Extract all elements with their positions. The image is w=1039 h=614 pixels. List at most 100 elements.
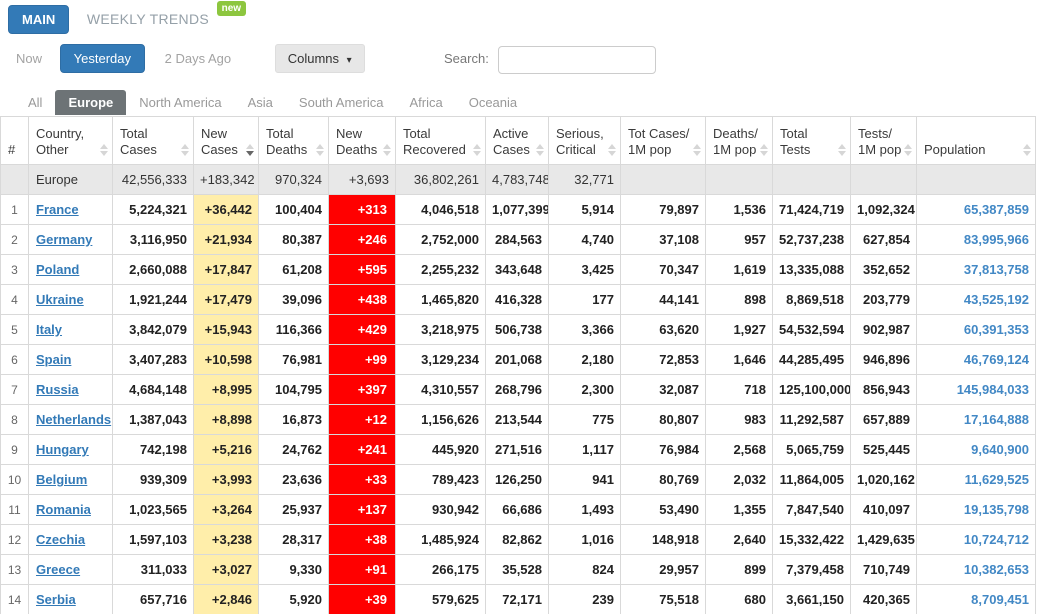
cell-population[interactable]: 9,640,900: [917, 435, 1036, 465]
search-area: Search:: [444, 46, 656, 74]
cell-active-cases: 201,068: [486, 345, 549, 375]
rank-cell: 2: [1, 225, 29, 255]
filter-now[interactable]: Now: [16, 51, 42, 66]
column-header-new-deaths[interactable]: NewDeaths: [329, 117, 396, 165]
column-header-total-tests[interactable]: TotalTests: [773, 117, 851, 165]
cell-total-recovered: 579,625: [396, 585, 486, 614]
cell-tot-cases-1m: 72,853: [621, 345, 706, 375]
table-row: 14Serbia657,716+2,8465,920+39579,62572,1…: [1, 585, 1036, 614]
country-cell: Greece: [29, 555, 113, 585]
cell-total-deaths: 23,636: [259, 465, 329, 495]
column-header-new-cases[interactable]: NewCases: [194, 117, 259, 165]
cell-population[interactable]: 145,984,033: [917, 375, 1036, 405]
region-tab-oceania[interactable]: Oceania: [456, 90, 530, 115]
column-header-population[interactable]: Population: [917, 117, 1036, 165]
cell-new-cases: +3,238: [194, 525, 259, 555]
cell-total-deaths: 80,387: [259, 225, 329, 255]
cell-total-cases: 5,224,321: [113, 195, 194, 225]
columns-button-label: Columns: [288, 51, 339, 66]
country-link[interactable]: Netherlands: [36, 412, 111, 427]
country-link[interactable]: Italy: [36, 322, 62, 337]
region-tab-south-america[interactable]: South America: [286, 90, 397, 115]
region-tab-africa[interactable]: Africa: [396, 90, 455, 115]
table-row: 9Hungary742,198+5,21624,762+241445,92027…: [1, 435, 1036, 465]
country-link[interactable]: Romania: [36, 502, 91, 517]
cell-new-cases: +5,216: [194, 435, 259, 465]
column-header-deaths-1m-pop[interactable]: Deaths/1M pop: [706, 117, 773, 165]
country-link[interactable]: Serbia: [36, 592, 76, 607]
sort-icon: [246, 144, 254, 156]
sort-icon: [473, 144, 481, 156]
cell-total-cases: 311,033: [113, 555, 194, 585]
cell-population[interactable]: 10,724,712: [917, 525, 1036, 555]
column-header-country-other[interactable]: Country,Other: [29, 117, 113, 165]
cell-population[interactable]: 11,629,525: [917, 465, 1036, 495]
cell-tot-cases-1m: 80,807: [621, 405, 706, 435]
cell-population[interactable]: 19,135,798: [917, 495, 1036, 525]
cell-population[interactable]: 37,813,758: [917, 255, 1036, 285]
cell-new-cases: +17,847: [194, 255, 259, 285]
cell-new-deaths: +33: [329, 465, 396, 495]
column-header-serious-critical[interactable]: Serious,Critical: [549, 117, 621, 165]
region-tab-europe[interactable]: Europe: [55, 90, 126, 115]
tab-main[interactable]: MAIN: [8, 5, 69, 34]
cell-population[interactable]: 10,382,653: [917, 555, 1036, 585]
region-tab-all[interactable]: All: [15, 90, 55, 115]
column-header-tot-cases-1m-pop[interactable]: Tot Cases/1M pop: [621, 117, 706, 165]
filter-2-days-ago[interactable]: 2 Days Ago: [165, 51, 232, 66]
country-link[interactable]: Greece: [36, 562, 80, 577]
country-link[interactable]: Belgium: [36, 472, 87, 487]
cell-tot-cases-1m: 37,108: [621, 225, 706, 255]
header-label: Total: [403, 126, 469, 142]
columns-dropdown-button[interactable]: Columns ▾: [275, 44, 365, 73]
column-header-active-cases[interactable]: ActiveCases: [486, 117, 549, 165]
table-row: 11Romania1,023,565+3,26425,937+137930,94…: [1, 495, 1036, 525]
cell-population[interactable]: 17,164,888: [917, 405, 1036, 435]
cell-population[interactable]: 43,525,192: [917, 285, 1036, 315]
cell-deaths-1m: 1,646: [706, 345, 773, 375]
cell-new-deaths: +39: [329, 585, 396, 614]
cell-population[interactable]: 46,769,124: [917, 345, 1036, 375]
header-label: 1M pop: [713, 142, 756, 158]
country-link[interactable]: Germany: [36, 232, 92, 247]
country-link[interactable]: Czechia: [36, 532, 85, 547]
cell-population[interactable]: 83,995,966: [917, 225, 1036, 255]
rank-cell: 5: [1, 315, 29, 345]
filter-yesterday[interactable]: Yesterday: [60, 44, 145, 73]
cell-deaths-1m: 2,568: [706, 435, 773, 465]
cell-serious-critical: 941: [549, 465, 621, 495]
region-tab-bar: AllEuropeNorth AmericaAsiaSouth AmericaA…: [0, 90, 1039, 116]
cell-population[interactable]: 60,391,353: [917, 315, 1036, 345]
cell-population[interactable]: 65,387,859: [917, 195, 1036, 225]
table-header-row: #Country,OtherTotalCasesNewCasesTotalDea…: [1, 117, 1036, 165]
country-link[interactable]: Spain: [36, 352, 71, 367]
country-link[interactable]: Hungary: [36, 442, 89, 457]
cell-deaths-1m: 899: [706, 555, 773, 585]
header-label: #: [8, 142, 12, 158]
sort-icon: [760, 144, 768, 156]
cell-total-cases: 742,198: [113, 435, 194, 465]
header-label: Deaths/: [713, 126, 756, 142]
cell-new-deaths: +429: [329, 315, 396, 345]
cell-tests-1m: 1,092,324: [851, 195, 917, 225]
country-cell: Ukraine: [29, 285, 113, 315]
header-label: Cases: [493, 142, 532, 158]
column-header-total-cases[interactable]: TotalCases: [113, 117, 194, 165]
cell-population[interactable]: 8,709,451: [917, 585, 1036, 614]
sort-icon: [100, 144, 108, 156]
country-link[interactable]: Ukraine: [36, 292, 84, 307]
region-tab-north-america[interactable]: North America: [126, 90, 234, 115]
country-link[interactable]: Russia: [36, 382, 79, 397]
tab-weekly-trends[interactable]: WEEKLY TRENDS: [87, 11, 209, 27]
region-tab-asia[interactable]: Asia: [235, 90, 286, 115]
rank-cell: 14: [1, 585, 29, 614]
column-header-total-deaths[interactable]: TotalDeaths: [259, 117, 329, 165]
cell-deaths-1m: 1,619: [706, 255, 773, 285]
header-label: Deaths: [336, 142, 379, 158]
column-header-total-recovered[interactable]: TotalRecovered: [396, 117, 486, 165]
column-header-tests-1m-pop[interactable]: Tests/1M pop: [851, 117, 917, 165]
country-link[interactable]: France: [36, 202, 79, 217]
country-link[interactable]: Poland: [36, 262, 79, 277]
search-input[interactable]: [498, 46, 656, 74]
cell-total-recovered: 1,465,820: [396, 285, 486, 315]
